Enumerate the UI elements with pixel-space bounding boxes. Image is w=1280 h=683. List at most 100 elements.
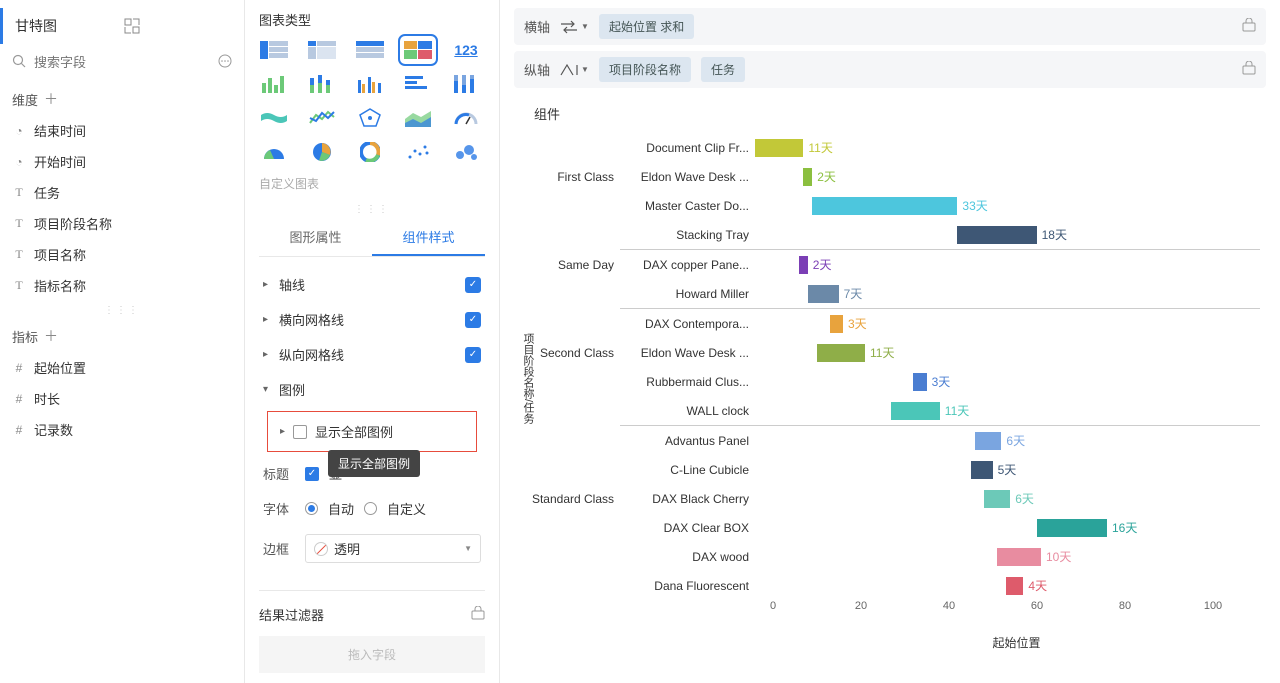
tab-graphic-properties[interactable]: 图形属性 [259,219,372,256]
field-item[interactable]: 项目阶段名称 [12,208,232,239]
gantt-bar[interactable] [975,432,1001,450]
chart-type-detail-table-icon[interactable] [355,39,385,61]
gantt-bar[interactable] [830,315,843,333]
field-item[interactable]: 起始位置 [12,352,232,383]
v-axis-lock-icon[interactable] [1242,61,1256,78]
search-input[interactable] [34,55,210,70]
field-item[interactable]: 时长 [12,383,232,414]
axis-toggle[interactable] [465,277,481,293]
chart-type-scatter-icon[interactable] [403,141,433,163]
v-axis-pill-2[interactable]: 任务 [701,57,745,82]
bar-value-label: 2天 [813,256,832,273]
view-switch-icon[interactable] [124,18,233,34]
field-item[interactable]: 项目名称 [12,239,232,270]
field-label: 项目阶段名称 [34,214,112,233]
gantt-bar[interactable] [971,461,993,479]
task-label: DAX wood [620,550,755,564]
x-tick: 40 [943,600,955,612]
add-dimension-icon[interactable]: ＋ [44,89,58,109]
bar-area: 6天 [755,484,1260,513]
measures-header: 指标 ＋ [0,320,244,352]
gantt-bar[interactable] [1006,577,1024,595]
axis-config: 横轴 ▼ 起始位置 求和 纵轴 ▼ 项目阶段名称 任务 [500,0,1280,94]
h-axis-pill[interactable]: 起始位置 求和 [599,14,694,39]
field-item[interactable]: 结束时间 [12,115,232,146]
show-all-legend-label: 显示全部图例 [315,422,393,441]
show-all-legend-checkbox[interactable] [293,425,307,439]
chart-type-polygon-icon[interactable] [355,107,385,129]
gantt-bar[interactable] [812,197,957,215]
gantt-bar[interactable] [913,373,926,391]
field-label: 任务 [34,183,60,202]
chart-type-area-icon[interactable] [403,107,433,129]
chart-type-column-icon[interactable] [259,73,289,95]
chart-type-pie-icon[interactable] [307,141,337,163]
gantt-bar[interactable] [808,285,839,303]
field-item[interactable]: 任务 [12,177,232,208]
h-axis-row: 横轴 ▼ 起始位置 求和 [514,8,1266,45]
task-label: C-Line Cubicle [620,463,755,477]
chart-type-area-stream-icon[interactable] [259,107,289,129]
style-legend-row[interactable]: ▾ 图例 [259,372,485,407]
group-label: Standard Class [520,492,620,506]
h-axis-lock-icon[interactable] [1242,18,1256,35]
style-axis-label: 轴线 [279,275,459,294]
field-label: 项目名称 [34,245,86,264]
field-item[interactable]: 指标名称 [12,270,232,301]
search-more-icon[interactable] [218,54,232,71]
gantt-bar[interactable] [957,226,1036,244]
style-axis-row[interactable]: ▸ 轴线 [259,267,485,302]
font-config-row: 字体 自动 自定义 [259,491,485,526]
middle-panel: 图表类型 123 自定义图表 ⋮⋮⋮ 图形属性 组件样式 ▸ 轴线 [245,0,500,683]
legend-show-all-row[interactable]: ▸ 显示全部图例 显示全部图例 [267,411,477,452]
hgrid-toggle[interactable] [465,312,481,328]
field-item[interactable]: 开始时间 [12,146,232,177]
font-custom-radio[interactable] [364,502,377,515]
gantt-bar[interactable] [997,548,1041,566]
tab-component-style[interactable]: 组件样式 [372,219,485,256]
chart-type-partition-icon[interactable] [403,39,433,61]
style-hgrid-row[interactable]: ▸ 横向网格线 [259,302,485,337]
title-checkbox[interactable] [305,467,319,481]
v-axis-pill-1[interactable]: 项目阶段名称 [599,57,691,82]
bar-value-label: 10天 [1046,548,1071,565]
chart-type-semi-pie-icon[interactable] [259,141,289,163]
chart-type-donut-icon[interactable] [355,141,385,163]
chart-type-percent-column-icon[interactable] [451,73,481,95]
field-item[interactable]: 记录数 [12,414,232,445]
chart-type-bubble-icon[interactable] [451,141,481,163]
border-value: 透明 [334,539,360,558]
chart-type-group-table-icon[interactable] [259,39,289,61]
chart-type-stacked-column-icon[interactable] [307,73,337,95]
chart-type-line-icon[interactable] [307,107,337,129]
filter-drop-zone[interactable]: 拖入字段 [259,636,485,673]
gantt-bar[interactable] [799,256,808,274]
chart-type-gauge-icon[interactable] [451,107,481,129]
vgrid-toggle[interactable] [465,347,481,363]
border-select[interactable]: 透明 ▼ [305,534,481,563]
bar-area: 11天 [755,338,1260,367]
gantt-row: Document Clip Fr...11天 [520,133,1260,162]
add-measure-icon[interactable]: ＋ [44,326,58,346]
chart-type-kpi-icon[interactable]: 123 [451,39,481,61]
gantt-bar[interactable] [1037,519,1107,537]
font-auto-radio[interactable] [305,502,318,515]
chart-title: 组件 [520,104,1260,123]
chart-type-bar-icon[interactable] [403,73,433,95]
mid-resize-handle[interactable]: ⋮⋮⋮ [259,200,485,219]
gantt-bar[interactable] [817,344,865,362]
chart-type-cross-table-icon[interactable] [307,39,337,61]
gantt-bar[interactable] [984,490,1010,508]
gantt-bar[interactable] [891,402,939,420]
view-header[interactable]: 甘特图 [0,8,244,44]
gantt-bar[interactable] [755,139,803,157]
link-icon[interactable] [471,606,485,623]
style-vgrid-row[interactable]: ▸ 纵向网格线 [259,337,485,372]
panel-resize-handle[interactable]: ⋮⋮⋮ [0,301,244,320]
task-label: Eldon Wave Desk ... [620,170,755,184]
chart-type-multi-column-icon[interactable] [355,73,385,95]
gantt-bar[interactable] [803,168,812,186]
h-axis-swap-icon[interactable]: ▼ [560,20,589,34]
v-axis-sort-icon[interactable]: ▼ [560,63,589,77]
bar-value-label: 6天 [1006,432,1025,449]
